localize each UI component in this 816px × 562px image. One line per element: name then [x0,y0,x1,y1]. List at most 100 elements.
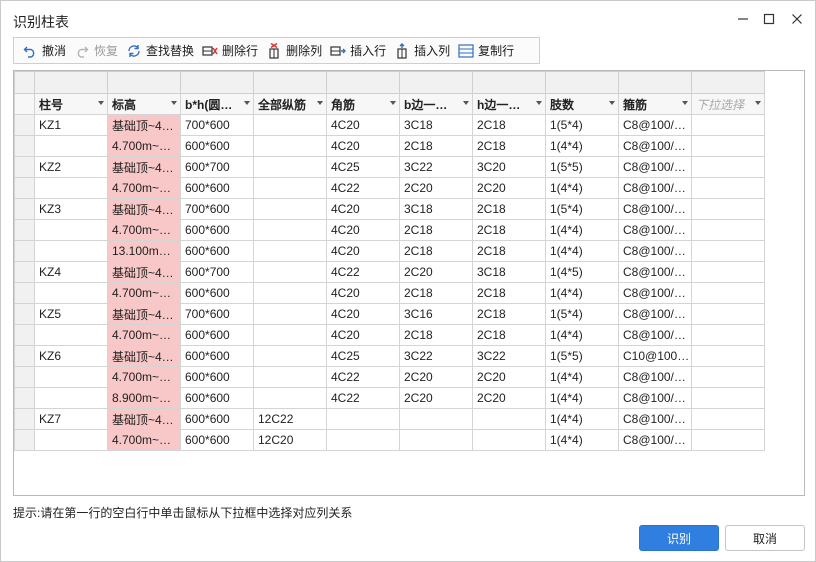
row-header-cell[interactable] [14,345,35,367]
table-cell[interactable]: KZ4 [34,261,108,283]
row-header-cell[interactable] [14,135,35,157]
table-cell[interactable]: C8@100/… [618,366,692,388]
table-cell[interactable] [691,240,765,262]
table-cell[interactable]: 2C18 [399,282,473,304]
table-cell[interactable] [691,282,765,304]
column-header-dropdown[interactable]: 角筋 [326,93,400,115]
table-cell[interactable]: 2C20 [399,177,473,199]
table-cell[interactable]: 3C18 [399,198,473,220]
table-cell[interactable]: 3C22 [472,345,546,367]
table-cell[interactable]: 600*700 [180,261,254,283]
row-header-cell[interactable] [14,219,35,241]
table-cell[interactable]: 2C18 [472,324,546,346]
column-header-dropdown[interactable]: b边一… [399,93,473,115]
column-index-cell[interactable] [326,71,400,94]
table-cell[interactable]: C8@100/… [618,240,692,262]
table-cell[interactable]: C8@100/… [618,177,692,199]
table-cell[interactable]: 4C22 [326,387,400,409]
column-index-cell[interactable] [691,71,765,94]
table-cell[interactable]: C8@100/… [618,135,692,157]
table-cell[interactable]: KZ2 [34,156,108,178]
table-cell[interactable]: 1(4*4) [545,324,619,346]
column-index-cell[interactable] [180,71,254,94]
table-cell[interactable]: C8@100/… [618,408,692,430]
row-header-cell[interactable] [14,366,35,388]
table-cell[interactable]: 600*600 [180,366,254,388]
column-index-cell[interactable] [618,71,692,94]
close-button[interactable] [787,9,807,29]
table-cell[interactable]: 3C16 [399,303,473,325]
cancel-button[interactable]: 取消 [725,525,805,551]
table-cell[interactable]: KZ3 [34,198,108,220]
table-cell[interactable] [253,303,327,325]
table-cell[interactable]: 4C22 [326,261,400,283]
table-cell[interactable] [691,156,765,178]
table-cell[interactable]: 1(5*5) [545,156,619,178]
table-cell[interactable]: 600*600 [180,429,254,451]
table-cell[interactable] [253,177,327,199]
table-cell[interactable] [253,135,327,157]
table-cell[interactable] [253,324,327,346]
table-cell[interactable] [34,219,108,241]
table-cell[interactable]: 1(4*4) [545,408,619,430]
table-cell[interactable]: 4.700m~… [107,177,181,199]
row-header-cell[interactable] [14,198,35,220]
column-header-dropdown[interactable]: 下拉选择 [691,93,765,115]
table-cell[interactable]: 13.100m… [107,240,181,262]
table-cell[interactable]: 1(5*4) [545,114,619,136]
table-cell[interactable]: 1(4*4) [545,429,619,451]
table-cell[interactable]: 基础顶~4… [107,261,181,283]
table-cell[interactable] [399,408,473,430]
table-cell[interactable]: KZ7 [34,408,108,430]
table-cell[interactable]: C8@100/… [618,429,692,451]
table-cell[interactable]: 4C25 [326,156,400,178]
column-index-cell[interactable] [545,71,619,94]
table-cell[interactable]: 2C20 [399,261,473,283]
column-header-dropdown[interactable]: b*h(圆… [180,93,254,115]
table-cell[interactable]: 4C20 [326,219,400,241]
table-cell[interactable]: 2C18 [472,135,546,157]
table-cell[interactable]: 基础顶~4… [107,114,181,136]
table-cell[interactable] [691,177,765,199]
table-cell[interactable]: 1(4*4) [545,135,619,157]
table-cell[interactable] [253,366,327,388]
table-cell[interactable]: 3C22 [399,345,473,367]
column-index-cell[interactable] [472,71,546,94]
table-cell[interactable]: C8@100/… [618,261,692,283]
table-cell[interactable] [691,261,765,283]
delete-column-button[interactable]: 删除列 [264,40,328,62]
table-cell[interactable] [691,114,765,136]
table-cell[interactable]: 2C20 [472,177,546,199]
row-header-cell[interactable] [14,387,35,409]
table-cell[interactable]: 12C22 [253,408,327,430]
table-cell[interactable] [34,240,108,262]
table-cell[interactable]: C8@100/… [618,156,692,178]
table-cell[interactable]: 8.900m~… [107,387,181,409]
insert-column-button[interactable]: 插入列 [392,40,456,62]
recognize-button[interactable]: 识别 [639,525,719,551]
table-cell[interactable]: C8@100/… [618,114,692,136]
table-cell[interactable]: 2C18 [399,135,473,157]
table-cell[interactable]: 基础顶~4… [107,156,181,178]
table-cell[interactable] [399,429,473,451]
table-cell[interactable]: 600*700 [180,156,254,178]
minimize-button[interactable] [733,9,753,29]
table-cell[interactable]: 基础顶~4… [107,345,181,367]
table-cell[interactable]: 2C20 [399,366,473,388]
table-cell[interactable] [34,429,108,451]
maximize-button[interactable] [759,9,779,29]
column-index-cell[interactable] [253,71,327,94]
table-cell[interactable]: 4.700m~… [107,429,181,451]
table-cell[interactable]: 600*600 [180,324,254,346]
table-cell[interactable] [253,240,327,262]
table-cell[interactable] [253,198,327,220]
table-cell[interactable]: 700*600 [180,114,254,136]
table-cell[interactable]: C8@100/… [618,219,692,241]
table-cell[interactable] [34,282,108,304]
table-cell[interactable]: 1(5*4) [545,198,619,220]
table-cell[interactable]: 2C20 [399,387,473,409]
table-cell[interactable]: 4.700m~… [107,324,181,346]
table-cell[interactable]: 1(5*4) [545,303,619,325]
table-cell[interactable]: C10@100… [618,345,692,367]
table-cell[interactable] [691,366,765,388]
